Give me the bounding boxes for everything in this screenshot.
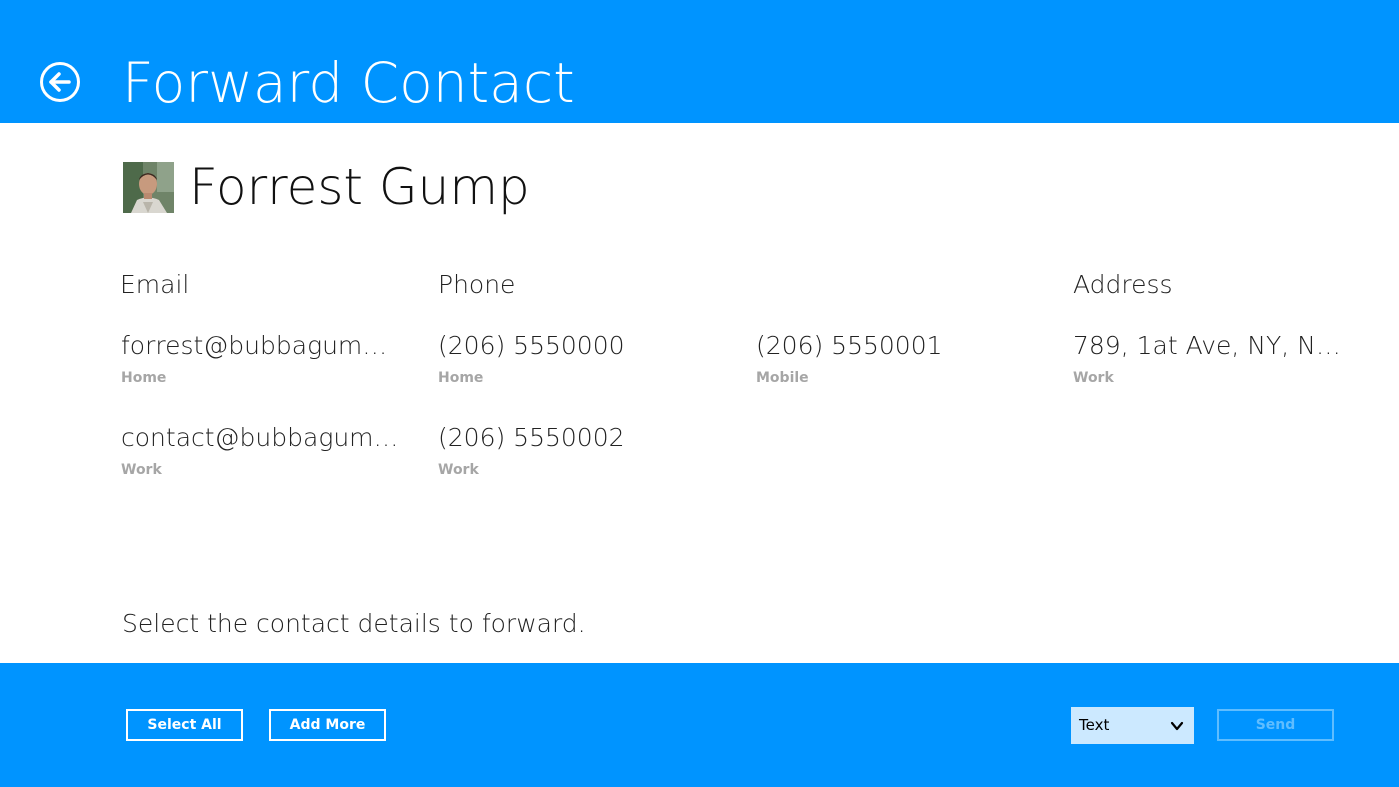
- send-button[interactable]: Send: [1217, 709, 1334, 741]
- page-title: Forward Contact: [122, 51, 575, 115]
- instruction-text: Select the contact details to forward.: [122, 609, 586, 638]
- email-item-home[interactable]: forrest@bubbagump.com Home: [121, 329, 401, 387]
- email-value: contact@bubbagump.com: [121, 423, 401, 452]
- email-type: Home: [121, 370, 167, 386]
- format-select[interactable]: Text: [1071, 707, 1194, 744]
- phone-item-work[interactable]: (206) 5550002 Work: [438, 421, 723, 479]
- email-column-header: Email: [120, 270, 190, 299]
- phone-item-mobile[interactable]: (206) 5550001 Mobile: [756, 329, 1041, 387]
- email-item-work[interactable]: contact@bubbagump.com Work: [121, 421, 401, 479]
- add-more-button[interactable]: Add More: [269, 709, 386, 741]
- format-select-value: Text: [1079, 716, 1110, 734]
- phone-value: (206) 5550000: [438, 331, 625, 360]
- phone-type: Home: [438, 370, 484, 386]
- select-all-button[interactable]: Select All: [126, 709, 243, 741]
- address-column-header: Address: [1073, 270, 1173, 299]
- email-value: forrest@bubbagump.com: [121, 331, 401, 360]
- phone-type: Work: [438, 462, 479, 478]
- address-item-work[interactable]: 789, 1at Ave, NY, New York Work: [1073, 329, 1341, 387]
- address-type: Work: [1073, 370, 1114, 386]
- contact-name: Forrest Gump: [189, 158, 530, 216]
- phone-value: (206) 5550001: [756, 331, 943, 360]
- address-value: 789, 1at Ave, NY, New York: [1073, 331, 1341, 360]
- contact-photo: [123, 162, 174, 213]
- phone-type: Mobile: [756, 370, 809, 386]
- chevron-down-icon: [1170, 721, 1184, 731]
- phone-item-home[interactable]: (206) 5550000 Home: [438, 329, 723, 387]
- email-type: Work: [121, 462, 162, 478]
- phone-value: (206) 5550002: [438, 423, 625, 452]
- app-bar: Select All Add More Text Send: [0, 663, 1399, 787]
- header-bar: Forward Contact: [0, 0, 1399, 123]
- phone-column-header: Phone: [438, 270, 516, 299]
- back-arrow-circle-icon: [40, 62, 80, 102]
- back-button[interactable]: [40, 62, 80, 102]
- avatar: [123, 162, 174, 213]
